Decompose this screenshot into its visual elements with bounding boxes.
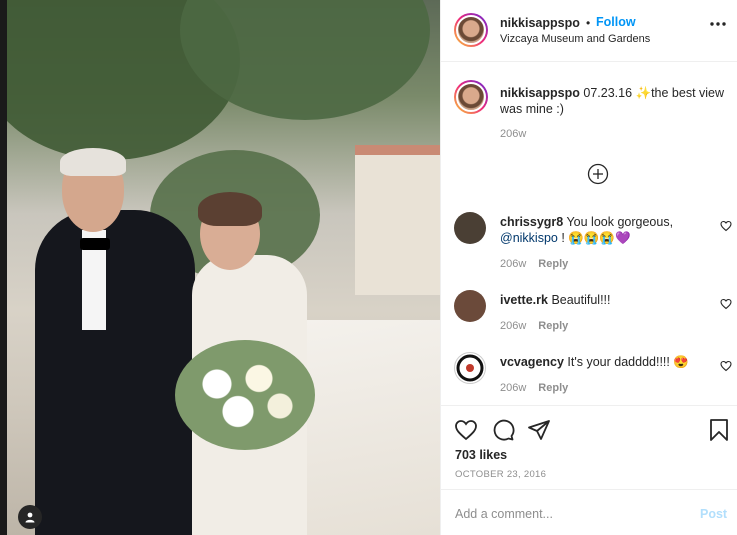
caption-text: nikkisappspo 07.23.16 ✨the best view was… bbox=[500, 85, 725, 117]
photo-father-hair bbox=[60, 148, 126, 176]
photo-father bbox=[35, 210, 195, 535]
bookmark-icon[interactable] bbox=[707, 418, 731, 442]
comment-item: vcvagency It's your dadddd!!!! 😍 206w Rep… bbox=[454, 352, 737, 412]
location-link[interactable]: Vizcaya Museum and Gardens bbox=[500, 33, 650, 45]
comment-body: You look gorgeous, bbox=[566, 215, 674, 229]
share-icon[interactable] bbox=[527, 418, 551, 442]
caption-timestamp[interactable]: 206w bbox=[500, 128, 526, 140]
comment-body: It's your dadddd!!!! 😍 bbox=[567, 355, 689, 369]
photo-building bbox=[355, 155, 440, 295]
comment-text: ivette.rk Beautiful!!! bbox=[500, 292, 715, 308]
post-header: nikkisappspo • Follow Vizcaya Museum and… bbox=[441, 0, 737, 62]
comment-like-icon[interactable] bbox=[720, 360, 732, 372]
agency-logo-icon bbox=[456, 354, 484, 382]
comment-text: vcvagency It's your dadddd!!!! 😍 bbox=[500, 354, 715, 370]
reply-button[interactable]: Reply bbox=[538, 382, 568, 394]
photo-bride-hair bbox=[198, 192, 262, 226]
likes-count[interactable]: 703 likes bbox=[455, 448, 507, 462]
separator-dot: • bbox=[586, 16, 591, 30]
tagged-users-button[interactable] bbox=[18, 505, 42, 529]
post-date[interactable]: OCTOBER 23, 2016 bbox=[455, 469, 546, 480]
comment-icon[interactable] bbox=[491, 418, 515, 442]
photo-aisle bbox=[300, 320, 440, 535]
more-horizontal-icon[interactable] bbox=[709, 21, 727, 27]
user-icon bbox=[25, 512, 35, 523]
commenter-avatar[interactable] bbox=[454, 290, 486, 322]
follow-button[interactable]: Follow bbox=[596, 15, 636, 29]
comment-item: ivette.rk Beautiful!!! 206w Reply bbox=[454, 290, 737, 350]
comment-text: chrissygr8 You look gorgeous, @nikkispo … bbox=[500, 214, 715, 246]
comment-mention[interactable]: @nikkispo bbox=[500, 231, 558, 245]
comment-timestamp[interactable]: 206w bbox=[500, 258, 526, 270]
reply-button[interactable]: Reply bbox=[538, 320, 568, 332]
photo-left-edge bbox=[0, 0, 7, 535]
add-comment-bar: Post bbox=[441, 489, 737, 535]
comment-like-icon[interactable] bbox=[720, 220, 732, 232]
commenter-username[interactable]: ivette.rk bbox=[500, 293, 548, 307]
comment-meta: 206w Reply bbox=[500, 320, 568, 332]
comment-body: Beautiful!!! bbox=[551, 293, 611, 307]
reply-button[interactable]: Reply bbox=[538, 258, 568, 270]
post-photo[interactable] bbox=[0, 0, 440, 535]
author-username[interactable]: nikkisappspo bbox=[500, 16, 580, 30]
commenter-avatar[interactable] bbox=[454, 212, 486, 244]
photo-bouquet bbox=[175, 340, 315, 450]
post-sidebar: nikkisappspo • Follow Vizcaya Museum and… bbox=[440, 0, 737, 535]
comment-meta: 206w Reply bbox=[500, 258, 568, 270]
comment-item: chrissygr8 You look gorgeous, @nikkispo … bbox=[454, 212, 737, 272]
post-actions: 703 likes OCTOBER 23, 2016 Post bbox=[441, 405, 737, 535]
post-comment-button[interactable]: Post bbox=[700, 507, 727, 521]
comment-input[interactable] bbox=[455, 504, 675, 524]
comment-timestamp[interactable]: 206w bbox=[500, 320, 526, 332]
plus-circle-icon[interactable] bbox=[587, 163, 609, 185]
heart-icon[interactable] bbox=[454, 418, 478, 442]
comment-timestamp[interactable]: 206w bbox=[500, 382, 526, 394]
caption-username[interactable]: nikkisappspo bbox=[500, 86, 580, 100]
author-avatar[interactable] bbox=[454, 13, 488, 47]
commenter-username[interactable]: vcvagency bbox=[500, 355, 564, 369]
photo-bowtie bbox=[80, 238, 110, 250]
commenter-username[interactable]: chrissygr8 bbox=[500, 215, 563, 229]
caption-avatar[interactable] bbox=[454, 80, 488, 114]
comment-body-end: ! 😭😭😭💜 bbox=[561, 231, 631, 245]
comment-meta: 206w Reply bbox=[500, 382, 568, 394]
comment-like-icon[interactable] bbox=[720, 298, 732, 310]
commenter-avatar[interactable] bbox=[454, 352, 486, 384]
